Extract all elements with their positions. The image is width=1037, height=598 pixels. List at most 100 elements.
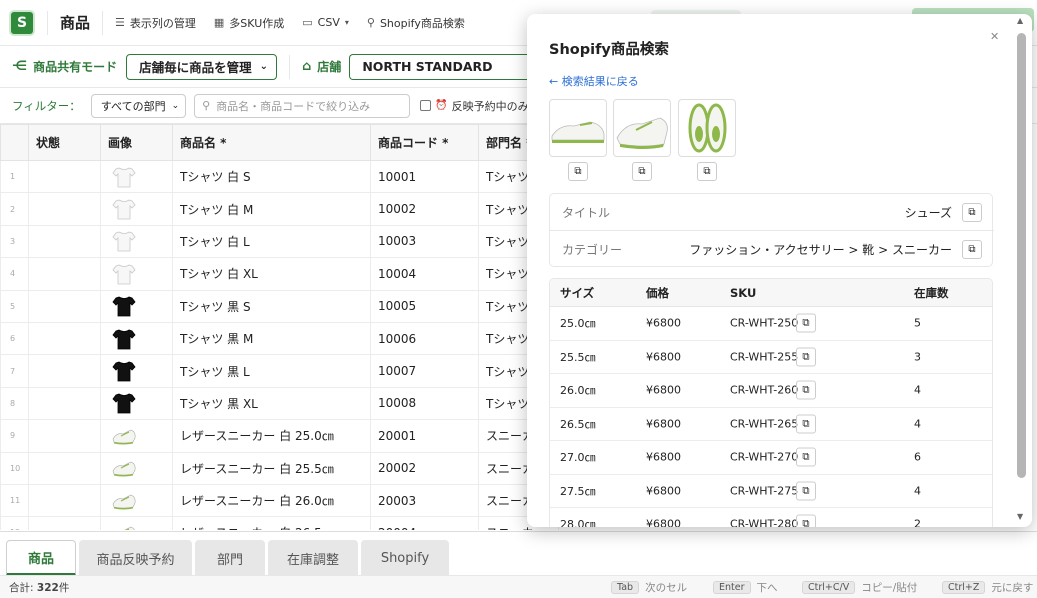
name-cell[interactable]: Tシャツ 黒 M [172,321,371,356]
code-cell[interactable]: 20004 [370,516,479,530]
csv-button[interactable]: ▭ CSV ▾ [302,16,349,29]
header-name[interactable]: 商品名 * [172,124,371,161]
tab-product-reservations[interactable]: 商品反映予約 [79,540,192,576]
manage-columns-button[interactable]: ☰ 表示列の管理 [115,15,196,31]
status-cell[interactable] [28,321,101,356]
name-cell[interactable]: Tシャツ 黒 S [172,289,371,323]
table-row[interactable]: 7 Tシャツ 黒 L 10007 Tシャツ [0,354,559,388]
panel-scrollbar[interactable]: ▲ ▼ [1015,14,1029,527]
tab-products[interactable]: 商品 [6,540,76,576]
code-cell[interactable]: 20002 [370,451,479,485]
copy-sku-button[interactable]: ⧉ [796,347,816,367]
tab-departments[interactable]: 部門 [195,540,265,576]
copy-image-1-button[interactable]: ⧉ [568,162,588,181]
image-cell[interactable] [100,257,173,291]
shopify-search-button[interactable]: ⚲ Shopify商品検索 [367,15,465,31]
table-row[interactable]: 5 Tシャツ 黒 S 10005 Tシャツ [0,289,559,323]
name-cell[interactable]: Tシャツ 白 XL [172,257,371,291]
table-row[interactable]: 3 Tシャツ 白 L 10003 Tシャツ [0,224,559,259]
code-cell[interactable]: 10002 [370,192,479,226]
name-cell[interactable]: レザースニーカー 白 26.0㎝ [172,483,371,518]
store-select[interactable]: NORTH STANDARD [349,53,550,80]
code-cell[interactable]: 10004 [370,257,479,291]
name-cell[interactable]: Tシャツ 白 S [172,159,371,194]
table-row[interactable]: 8 Tシャツ 黒 XL 10008 Tシャツ [0,386,559,421]
department-select[interactable]: すべての部門 ⌄ [90,93,187,118]
image-cell[interactable] [100,451,173,485]
image-cell[interactable] [100,321,173,356]
image-cell[interactable] [100,289,173,323]
status-cell[interactable] [28,289,101,323]
reservation-only-checkbox[interactable]: ⏰ 反映予約中のみ [420,98,529,114]
copy-sku-button[interactable]: ⧉ [796,447,816,467]
copy-sku-button[interactable]: ⧉ [796,514,816,527]
status-cell[interactable] [28,354,101,388]
copy-image-2-button[interactable]: ⧉ [632,162,652,181]
header-status[interactable]: 状態 [28,124,101,161]
header-code[interactable]: 商品コード * [370,124,479,161]
status-cell[interactable] [28,257,101,291]
image-cell[interactable] [100,483,173,518]
code-cell[interactable]: 10007 [370,354,479,388]
table-row[interactable]: 11 レザースニーカー 白 26.0㎝ 20003 スニーカー [0,483,559,518]
table-row[interactable]: 4 Tシャツ 白 XL 10004 Tシャツ [0,257,559,291]
table-row[interactable]: 9 レザースニーカー 白 25.0㎝ 20001 スニーカー [0,419,559,453]
status-cell[interactable] [28,192,101,226]
name-cell[interactable]: レザースニーカー 白 25.0㎝ [172,419,371,453]
status-cell[interactable] [28,516,101,530]
scroll-up-icon[interactable]: ▲ [1017,16,1023,25]
copy-category-button[interactable]: ⧉ [962,240,982,259]
image-cell[interactable] [100,224,173,259]
copy-sku-button[interactable]: ⧉ [796,380,816,400]
name-cell[interactable]: レザースニーカー 白 26.5㎝ [172,516,371,530]
name-cell[interactable]: Tシャツ 黒 XL [172,386,371,421]
table-row[interactable]: 12レザースニーカー 白 26.5㎝20004スニーカー [0,516,559,530]
code-cell[interactable]: 10008 [370,386,479,421]
name-cell[interactable]: レザースニーカー 白 25.5㎝ [172,451,371,485]
image-cell[interactable] [100,159,173,194]
code-cell[interactable]: 10006 [370,321,479,356]
tab-shopify[interactable]: Shopify [361,540,449,576]
status-cell[interactable] [28,386,101,421]
image-cell[interactable] [100,386,173,421]
product-image-3[interactable] [678,99,736,157]
status-cell[interactable] [28,224,101,259]
table-row[interactable]: 10 レザースニーカー 白 25.5㎝ 20002 スニーカー [0,451,559,485]
product-image-2[interactable] [613,99,671,157]
close-icon[interactable]: ✕ [990,30,999,43]
image-cell[interactable] [100,192,173,226]
product-search-input[interactable]: ⚲ 商品名・商品コードで絞り込み [194,93,411,118]
code-cell[interactable]: 20001 [370,419,479,453]
copy-title-button[interactable]: ⧉ [962,202,982,222]
status-cell[interactable] [28,159,101,194]
copy-sku-button[interactable]: ⧉ [796,481,816,501]
copy-image-3-button[interactable]: ⧉ [697,162,717,181]
status-cell[interactable] [28,419,101,453]
name-cell[interactable]: Tシャツ 黒 L [172,354,371,388]
image-cell[interactable] [100,354,173,388]
header-image[interactable]: 画像 [100,124,173,161]
status-cell[interactable] [28,483,101,518]
table-row[interactable]: 6 Tシャツ 黒 M 10006 Tシャツ [0,321,559,356]
checkbox-box[interactable] [420,100,432,111]
code-cell[interactable]: 10005 [370,289,479,323]
product-image-1[interactable] [549,99,607,157]
name-cell[interactable]: Tシャツ 白 M [172,192,371,226]
scrollbar-thumb[interactable] [1017,33,1026,478]
code-cell[interactable]: 20003 [370,483,479,518]
image-cell[interactable] [100,516,173,530]
multi-sku-button[interactable]: ▦ 多SKU作成 [214,15,284,31]
back-to-results-link[interactable]: ← 検索結果に戻る [549,73,639,89]
tab-stock-adjustment[interactable]: 在庫調整 [268,540,358,576]
table-row[interactable]: 1 Tシャツ 白 S 10001 Tシャツ [0,159,559,194]
code-cell[interactable]: 10001 [370,159,479,194]
table-row[interactable]: 2 Tシャツ 白 M 10002 Tシャツ [0,192,559,226]
scroll-down-icon[interactable]: ▼ [1017,512,1023,521]
image-cell[interactable] [100,419,173,453]
status-cell[interactable] [28,451,101,485]
copy-sku-button[interactable]: ⧉ [796,414,816,434]
share-mode-select[interactable]: 店舗毎に商品を管理 ⌄ [126,53,277,80]
name-cell[interactable]: Tシャツ 白 L [172,224,371,259]
copy-sku-button[interactable]: ⧉ [796,313,816,333]
code-cell[interactable]: 10003 [370,224,479,259]
